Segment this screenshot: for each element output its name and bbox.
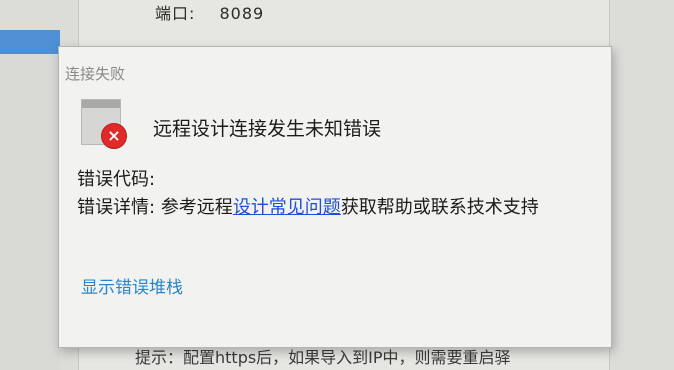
error-document-icon: × xyxy=(79,99,127,151)
left-nav-column xyxy=(0,54,60,370)
selected-nav-item[interactable] xyxy=(0,30,60,54)
error-detail-prefix: 参考远程 xyxy=(160,197,233,218)
connection-failed-dialog: 连接失败 × 远程设计连接发生未知错误 错误代码: 错误详情: 参考远程设计常见… xyxy=(58,46,612,348)
port-value[interactable]: 8089 xyxy=(220,4,265,23)
port-label: 端口: xyxy=(155,4,196,23)
faq-link[interactable]: 设计常见问题 xyxy=(233,197,341,218)
dialog-title: 连接失败 xyxy=(65,65,126,83)
error-x-icon: × xyxy=(101,123,127,149)
error-message: 远程设计连接发生未知错误 xyxy=(153,118,382,140)
error-detail-row: 错误详情: 参考远程设计常见问题获取帮助或联系技术支持 xyxy=(77,193,539,219)
error-detail-suffix: 获取帮助或联系技术支持 xyxy=(340,197,539,218)
error-code-label: 错误代码: xyxy=(77,169,156,190)
show-error-stack-link[interactable]: 显示错误堆栈 xyxy=(81,273,183,298)
error-detail-label: 错误详情: xyxy=(77,197,156,218)
port-row: 端口: 8089 xyxy=(155,0,282,24)
